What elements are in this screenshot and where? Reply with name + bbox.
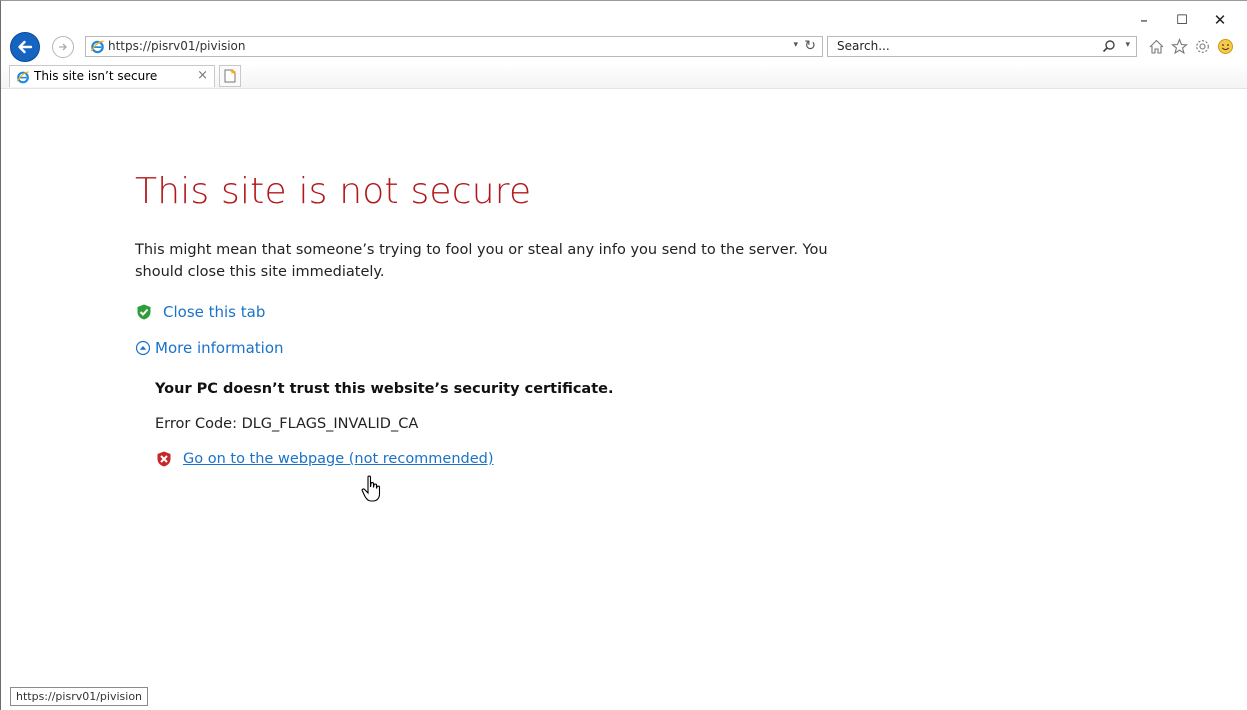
tab-strip: This site isn’t secure ×: [1, 63, 1247, 89]
more-information-panel: Your PC doesn’t trust this website’s sec…: [155, 381, 895, 468]
close-tab-link[interactable]: Close this tab: [135, 303, 895, 321]
search-dropdown-icon[interactable]: ▾: [1125, 40, 1130, 50]
address-url[interactable]: https://pisrv01/pivision: [108, 39, 245, 53]
forward-arrow-icon: [59, 43, 67, 51]
back-button[interactable]: [10, 32, 40, 62]
ie-logo-icon: [90, 39, 105, 58]
error-description: This might mean that someone’s trying to…: [135, 242, 828, 280]
close-tab-label[interactable]: Close this tab: [163, 303, 265, 321]
go-on-to-webpage-link[interactable]: Go on to the webpage (not recommended): [155, 450, 895, 468]
more-information-label[interactable]: More information: [155, 339, 284, 357]
tab-close-icon[interactable]: ×: [197, 68, 208, 83]
search-icon[interactable]: [1102, 38, 1116, 57]
feedback-smiley-icon[interactable]: [1216, 37, 1235, 56]
maximize-button[interactable]: ☐: [1163, 9, 1201, 31]
status-bar: https://pisrv01/pivision: [10, 687, 149, 706]
home-icon[interactable]: [1147, 37, 1166, 56]
red-shield-x-icon: [157, 451, 171, 467]
search-box[interactable]: Search... ▾: [827, 36, 1137, 57]
forward-button[interactable]: [52, 36, 74, 58]
ie-logo-icon: [16, 69, 30, 88]
new-tab-icon: [224, 69, 236, 83]
search-input[interactable]: Search...: [837, 39, 890, 53]
go-on-label[interactable]: Go on to the webpage (not recommended): [183, 451, 494, 467]
page-title: This site is not secure: [135, 171, 532, 212]
tab-current[interactable]: This site isn’t secure ×: [9, 65, 215, 87]
new-tab-button[interactable]: [219, 65, 241, 87]
green-shield-check-icon: [137, 304, 151, 320]
hand-pointer-cursor-icon: [361, 475, 383, 507]
tab-title: This site isn’t secure: [34, 69, 158, 83]
address-bar[interactable]: https://pisrv01/pivision ▾ ↻: [85, 36, 823, 57]
more-information-toggle[interactable]: More information: [135, 339, 895, 357]
browser-window: – ☐ ✕ https://pisrv01/pivision ▾ ↻ Searc…: [0, 0, 1247, 710]
settings-gear-icon[interactable]: [1193, 37, 1212, 56]
certificate-warning-heading: Your PC doesn’t trust this website’s sec…: [155, 381, 614, 397]
error-code: Error Code: DLG_FLAGS_INVALID_CA: [155, 416, 419, 432]
navigation-bar: https://pisrv01/pivision ▾ ↻ Search... ▾: [1, 31, 1247, 62]
address-dropdown-icon[interactable]: ▾: [793, 40, 798, 50]
minimize-button[interactable]: –: [1125, 9, 1163, 31]
close-window-button[interactable]: ✕: [1201, 9, 1239, 31]
collapse-chevron-icon: [135, 340, 151, 356]
favorites-star-icon[interactable]: [1170, 37, 1189, 56]
back-arrow-icon: [18, 40, 33, 54]
error-page-content: This site is not secure This might mean …: [135, 171, 895, 468]
toolbar-icons: [1147, 37, 1235, 56]
window-controls: – ☐ ✕: [1125, 9, 1239, 31]
refresh-icon[interactable]: ↻: [804, 38, 816, 54]
